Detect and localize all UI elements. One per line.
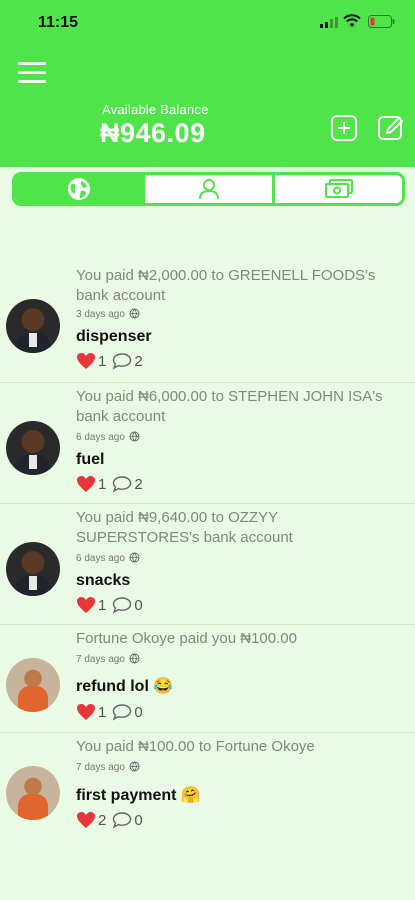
feed-item[interactable]: You paid ₦6,000.00 to STEPHEN JOHN ISA's… xyxy=(0,383,415,504)
battery-icon xyxy=(368,15,395,28)
tab-personal[interactable] xyxy=(272,175,402,203)
transaction-description: You paid ₦6,000.00 to STEPHEN JOHN ISA's… xyxy=(76,388,383,425)
globe-icon xyxy=(129,431,140,442)
reactions: 1 2 xyxy=(76,352,145,370)
tab-friends[interactable] xyxy=(142,175,272,203)
heart-icon[interactable] xyxy=(76,475,96,493)
person-icon xyxy=(198,179,219,200)
like-count: 2 xyxy=(98,811,107,829)
menu-hamburger-icon[interactable] xyxy=(18,62,48,86)
time-ago: 6 days ago xyxy=(76,552,140,564)
feed-item[interactable]: You paid ₦100.00 to Fortune Okoye 7 days… xyxy=(0,733,415,841)
avatar xyxy=(6,421,60,475)
add-funds-icon[interactable] xyxy=(330,114,358,142)
feed-item[interactable]: You paid ₦9,640.00 to OZZYY SUPERSTORES'… xyxy=(0,504,415,625)
transaction-description: You paid ₦9,640.00 to OZZYY SUPERSTORES'… xyxy=(76,509,293,546)
feed-item[interactable]: Fortune Okoye paid you ₦100.00 7 days ag… xyxy=(0,625,415,733)
app-header: 11:15 Available Balance ₦946.09 xyxy=(0,0,415,167)
globe-icon xyxy=(129,308,140,319)
payment-note: refund lol 😂 xyxy=(76,678,174,695)
time-ago: 7 days ago xyxy=(76,653,140,665)
avatar xyxy=(6,542,60,596)
avatar xyxy=(6,299,60,353)
payment-note: dispenser xyxy=(76,328,152,345)
comment-icon[interactable] xyxy=(112,703,132,721)
time-ago-text: 7 days ago xyxy=(76,654,125,665)
globe-icon xyxy=(129,761,140,772)
comment-icon[interactable] xyxy=(112,811,132,829)
avatar xyxy=(6,658,60,712)
compose-icon[interactable] xyxy=(377,114,405,142)
globe-icon xyxy=(67,178,90,200)
heart-icon[interactable] xyxy=(76,352,96,370)
globe-icon xyxy=(129,552,140,563)
wifi-icon xyxy=(343,14,361,27)
reactions: 1 0 xyxy=(76,703,145,721)
reactions: 2 0 xyxy=(76,811,145,829)
comment-icon[interactable] xyxy=(112,596,132,614)
comment-icon[interactable] xyxy=(112,352,132,370)
like-count: 1 xyxy=(98,703,107,721)
transaction-description: You paid ₦2,000.00 to GREENELL FOODS's b… xyxy=(76,267,376,304)
comment-count: 2 xyxy=(134,475,143,493)
transaction-description: Fortune Okoye paid you ₦100.00 xyxy=(76,630,297,647)
like-count: 1 xyxy=(98,596,107,614)
payment-note: snacks xyxy=(76,572,131,589)
tab-public-feed[interactable] xyxy=(15,175,142,203)
time-ago-text: 6 days ago xyxy=(76,553,125,564)
feed-item[interactable]: You paid ₦2,000.00 to GREENELL FOODS's b… xyxy=(0,262,415,383)
reactions: 1 2 xyxy=(76,475,145,493)
transaction-description: You paid ₦100.00 to Fortune Okoye xyxy=(76,738,315,755)
time-ago-text: 6 days ago xyxy=(76,432,125,443)
time-ago-text: 3 days ago xyxy=(76,309,125,320)
status-bar: 11:15 xyxy=(0,0,415,44)
payment-note: fuel xyxy=(76,451,105,468)
status-time: 11:15 xyxy=(38,14,79,31)
payment-note: first payment 🤗 xyxy=(76,787,201,804)
signal-icon xyxy=(320,17,338,28)
cash-icon xyxy=(324,179,353,198)
time-ago: 7 days ago xyxy=(76,761,140,773)
feed-tabs xyxy=(12,172,405,206)
time-ago-text: 7 days ago xyxy=(76,762,125,773)
like-count: 1 xyxy=(98,475,107,493)
heart-icon[interactable] xyxy=(76,811,96,829)
heart-icon[interactable] xyxy=(76,596,96,614)
globe-icon xyxy=(129,653,140,664)
transaction-feed: You paid ₦2,000.00 to GREENELL FOODS's b… xyxy=(0,262,415,841)
time-ago: 3 days ago xyxy=(76,308,140,320)
balance-value: ₦946.09 xyxy=(100,118,206,148)
comment-count: 0 xyxy=(134,811,143,829)
comment-count: 0 xyxy=(134,703,143,721)
comment-count: 0 xyxy=(134,596,143,614)
reactions: 1 0 xyxy=(76,596,145,614)
comment-icon[interactable] xyxy=(112,475,132,493)
avatar xyxy=(6,766,60,820)
comment-count: 2 xyxy=(134,352,143,370)
balance-label: Available Balance xyxy=(102,102,209,117)
like-count: 1 xyxy=(98,352,107,370)
heart-icon[interactable] xyxy=(76,703,96,721)
time-ago: 6 days ago xyxy=(76,431,140,443)
